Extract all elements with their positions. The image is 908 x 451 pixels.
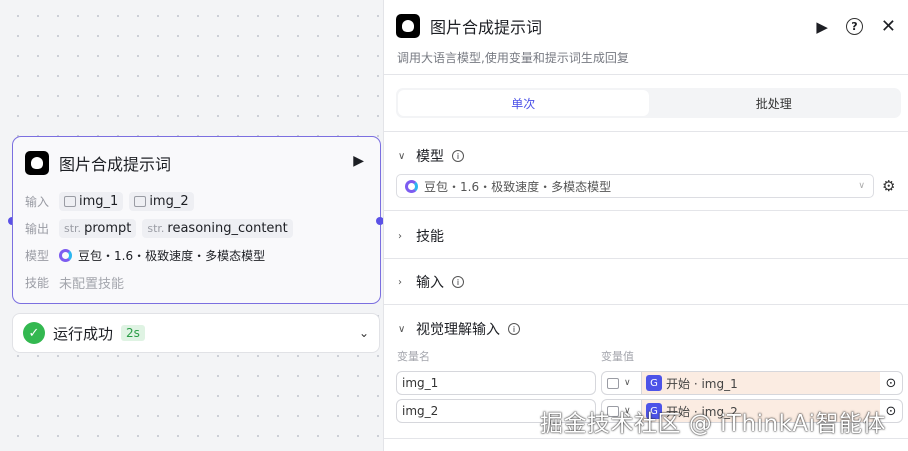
output-label: 输出 [25, 222, 50, 236]
node-logo-icon [25, 151, 49, 175]
chevron-right-icon: › [398, 230, 402, 242]
node-config-panel: 图片合成提示词 ▶? ✕ 调用大语言模型,使用变量和提示词生成回复 单次 批处理 … [383, 0, 908, 451]
var-value-field[interactable]: ∨ G 开始 · img_2 ⊙ [601, 399, 903, 423]
doubao-icon [405, 179, 418, 193]
model-value: 豆包・1.6・极致速度・多模态模型 [78, 249, 266, 263]
tab-single[interactable]: 单次 [398, 90, 649, 116]
panel-title: 图片合成提示词 [430, 18, 543, 37]
divider [384, 304, 908, 305]
node-run-icon[interactable]: ▶ [353, 153, 364, 169]
output-tag: str. prompt [59, 219, 137, 238]
divider [384, 210, 908, 211]
check-icon: ✓ [23, 322, 45, 344]
skill-value: 未配置技能 [59, 277, 125, 292]
chevron-right-icon: › [398, 276, 402, 288]
close-icon[interactable]: ✕ [881, 16, 896, 37]
mode-tabs: 单次 批处理 [396, 88, 901, 118]
run-icon[interactable]: ▶ [816, 18, 828, 36]
llm-node-card[interactable]: 图片合成提示词 ▶ 输入 img_1 img_2 输出 str. prompt s… [12, 136, 381, 304]
panel-description: 调用大语言模型,使用变量和提示词生成回复 [397, 51, 629, 65]
output-tag: str. reasoning_content [142, 219, 293, 238]
info-icon: i [508, 323, 520, 335]
node-title: 图片合成提示词 [59, 155, 172, 174]
type-select[interactable]: ∨ [602, 400, 642, 422]
chevron-down-icon: ∨ [398, 150, 406, 162]
model-select[interactable]: 豆包・1.6・极致速度・多模态模型 ∨ [396, 174, 874, 198]
chevron-down-icon: ∨ [398, 323, 406, 335]
input-tag: img_2 [129, 192, 194, 211]
image-icon [134, 196, 147, 207]
model-label: 模型 [25, 249, 50, 263]
section-input[interactable]: › 输入 i [398, 272, 464, 292]
gear-icon[interactable]: ⚙ [882, 177, 895, 195]
image-icon [607, 377, 619, 389]
tab-batch[interactable]: 批处理 [649, 90, 900, 116]
divider [384, 258, 908, 259]
info-icon: i [452, 276, 464, 288]
start-node-icon: G [646, 375, 662, 391]
doubao-icon [59, 249, 72, 262]
run-status-bar[interactable]: ✓ 运行成功 2s ⌄ [12, 313, 380, 353]
section-vision-input[interactable]: ∨ 视觉理解输入 i [398, 319, 520, 339]
skill-label: 技能 [25, 276, 50, 290]
divider [384, 74, 908, 75]
input-label: 输入 [25, 195, 50, 209]
divider [384, 131, 908, 132]
var-name-input[interactable]: img_2 [396, 399, 596, 423]
image-icon [64, 196, 76, 207]
chevron-down-icon: ∨ [858, 181, 865, 191]
var-value-field[interactable]: ∨ G 开始 · img_1 ⊙ [601, 371, 903, 395]
node-logo-icon [396, 14, 420, 38]
image-icon [607, 405, 619, 417]
section-skills[interactable]: › 技能 [398, 226, 444, 246]
type-select[interactable]: ∨ [602, 372, 642, 394]
duration-badge: 2s [121, 325, 145, 341]
section-model[interactable]: ∨ 模型 i [398, 146, 464, 166]
chevron-down-icon[interactable]: ⌄ [359, 326, 369, 340]
help-icon[interactable]: ? [845, 18, 863, 35]
input-tag: img_1 [59, 192, 124, 211]
var-value-label: 变量值 [601, 350, 634, 363]
target-icon[interactable]: ⊙ [880, 404, 902, 419]
var-name-label: 变量名 [397, 350, 430, 363]
start-node-icon: G [646, 403, 662, 419]
divider [384, 438, 908, 439]
var-name-input[interactable]: img_1 [396, 371, 596, 395]
target-icon[interactable]: ⊙ [880, 376, 902, 391]
run-status: 运行成功 [53, 324, 114, 343]
info-icon: i [452, 150, 464, 162]
